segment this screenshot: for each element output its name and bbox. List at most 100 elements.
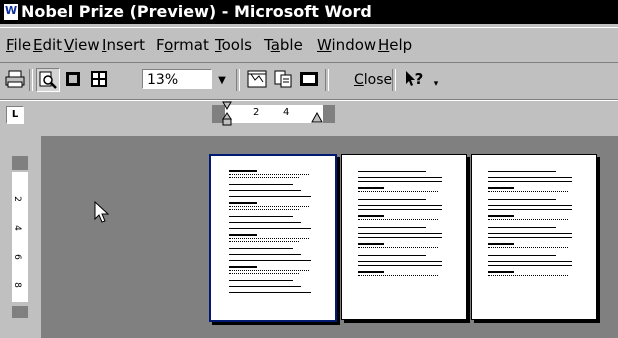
text-line bbox=[488, 199, 556, 200]
one-page-icon bbox=[66, 72, 80, 86]
page-thumbnail-3[interactable] bbox=[471, 154, 597, 320]
text-line bbox=[358, 177, 442, 178]
text-line bbox=[488, 237, 572, 238]
ruler-row: L 2 4 bbox=[0, 100, 618, 129]
text-line bbox=[229, 270, 309, 271]
right-indent-marker[interactable] bbox=[311, 112, 323, 124]
page-thumbnail-1[interactable] bbox=[209, 154, 337, 322]
text-line bbox=[358, 171, 426, 172]
text-line bbox=[488, 243, 514, 245]
magnifier-button[interactable] bbox=[36, 68, 60, 92]
menu-view[interactable]: View bbox=[64, 36, 100, 54]
preview-workspace[interactable] bbox=[41, 136, 618, 338]
title-bar[interactable]: Nobel Prize (Preview) - Microsoft Word bbox=[0, 0, 618, 24]
text-line bbox=[358, 271, 384, 273]
menu-format[interactable]: Format bbox=[156, 36, 209, 54]
print-button[interactable] bbox=[4, 68, 26, 90]
close-preview-button[interactable]: Close bbox=[350, 69, 396, 91]
text-line bbox=[488, 247, 568, 248]
text-line bbox=[488, 215, 514, 217]
ruler-number: 6 bbox=[11, 254, 22, 260]
text-line bbox=[488, 191, 568, 192]
text-line bbox=[358, 275, 438, 276]
tab-selector[interactable]: L bbox=[6, 106, 24, 124]
horizontal-ruler[interactable]: 2 4 bbox=[212, 101, 335, 126]
text-line bbox=[358, 209, 442, 210]
text-line bbox=[229, 234, 257, 236]
text-line bbox=[229, 260, 311, 261]
menu-file[interactable]: File bbox=[6, 36, 31, 54]
text-line bbox=[358, 237, 442, 238]
multiple-pages-icon bbox=[91, 71, 107, 87]
magnifier-icon bbox=[39, 71, 57, 89]
text-line bbox=[358, 255, 426, 256]
menu-window[interactable]: Window bbox=[317, 36, 376, 54]
text-line bbox=[229, 273, 299, 274]
text-line bbox=[488, 255, 556, 256]
view-ruler-icon bbox=[247, 70, 267, 88]
text-line bbox=[229, 184, 293, 185]
view-ruler-button[interactable] bbox=[246, 68, 268, 90]
text-line bbox=[358, 215, 384, 217]
text-line bbox=[229, 209, 299, 210]
context-help-button[interactable]: ? bbox=[400, 68, 428, 90]
menu-bar: File Edit View Insert Format Tools Table Window… bbox=[0, 27, 618, 63]
ruler-number: 8 bbox=[11, 282, 22, 288]
text-line bbox=[488, 181, 572, 182]
printer-icon bbox=[5, 70, 25, 88]
word-icon[interactable] bbox=[3, 0, 19, 23]
menu-table[interactable]: Table bbox=[264, 36, 303, 54]
text-line bbox=[488, 233, 572, 234]
text-line bbox=[488, 187, 514, 189]
text-line bbox=[358, 227, 426, 228]
zoom-dropdown-button[interactable]: ▼ bbox=[214, 71, 230, 89]
text-line bbox=[229, 266, 257, 268]
text-line bbox=[229, 170, 257, 172]
text-line bbox=[358, 261, 442, 262]
ruler-number: 4 bbox=[11, 225, 22, 231]
toolbar-options-icon: ▾ bbox=[433, 79, 439, 89]
shrink-to-fit-button[interactable] bbox=[272, 68, 294, 90]
text-line bbox=[229, 280, 293, 281]
menu-edit[interactable]: Edit bbox=[33, 36, 62, 54]
text-line bbox=[229, 248, 293, 249]
text-line bbox=[488, 271, 514, 273]
text-line bbox=[488, 219, 568, 220]
text-line bbox=[229, 292, 311, 293]
mouse-pointer-icon bbox=[94, 201, 110, 223]
menu-help[interactable]: Help bbox=[378, 36, 412, 54]
vertical-ruler[interactable]: 2 4 6 8 bbox=[10, 156, 30, 320]
zoom-input[interactable]: 13% bbox=[142, 69, 212, 89]
text-line bbox=[358, 265, 442, 266]
one-page-button[interactable] bbox=[62, 68, 84, 90]
text-line bbox=[358, 187, 384, 189]
menu-insert[interactable]: Insert bbox=[102, 36, 145, 54]
text-line bbox=[488, 261, 572, 262]
first-line-indent-marker[interactable] bbox=[222, 101, 232, 127]
text-line bbox=[358, 233, 442, 234]
print-preview-toolbar: 13% ▼ Close ? ▾ bbox=[0, 63, 618, 100]
text-line bbox=[229, 196, 311, 197]
text-line bbox=[488, 265, 572, 266]
page-thumbnail-2[interactable] bbox=[341, 154, 467, 320]
text-line bbox=[229, 177, 299, 178]
text-line bbox=[488, 209, 572, 210]
text-line bbox=[488, 177, 572, 178]
text-line bbox=[229, 202, 257, 204]
full-screen-button[interactable] bbox=[298, 68, 320, 90]
menu-tools[interactable]: Tools bbox=[215, 36, 252, 54]
text-line bbox=[229, 228, 311, 229]
full-screen-icon bbox=[300, 72, 318, 86]
text-line bbox=[488, 205, 572, 206]
text-line bbox=[358, 219, 438, 220]
text-line bbox=[229, 216, 293, 217]
text-line bbox=[229, 286, 301, 287]
text-line bbox=[488, 275, 568, 276]
text-line bbox=[358, 199, 426, 200]
text-line bbox=[358, 243, 384, 245]
toolbar-options-button[interactable]: ▾ bbox=[430, 68, 442, 90]
multiple-pages-button[interactable] bbox=[88, 68, 110, 90]
ruler-number: 2 bbox=[11, 196, 22, 202]
text-line bbox=[229, 206, 309, 207]
text-line bbox=[229, 190, 301, 191]
